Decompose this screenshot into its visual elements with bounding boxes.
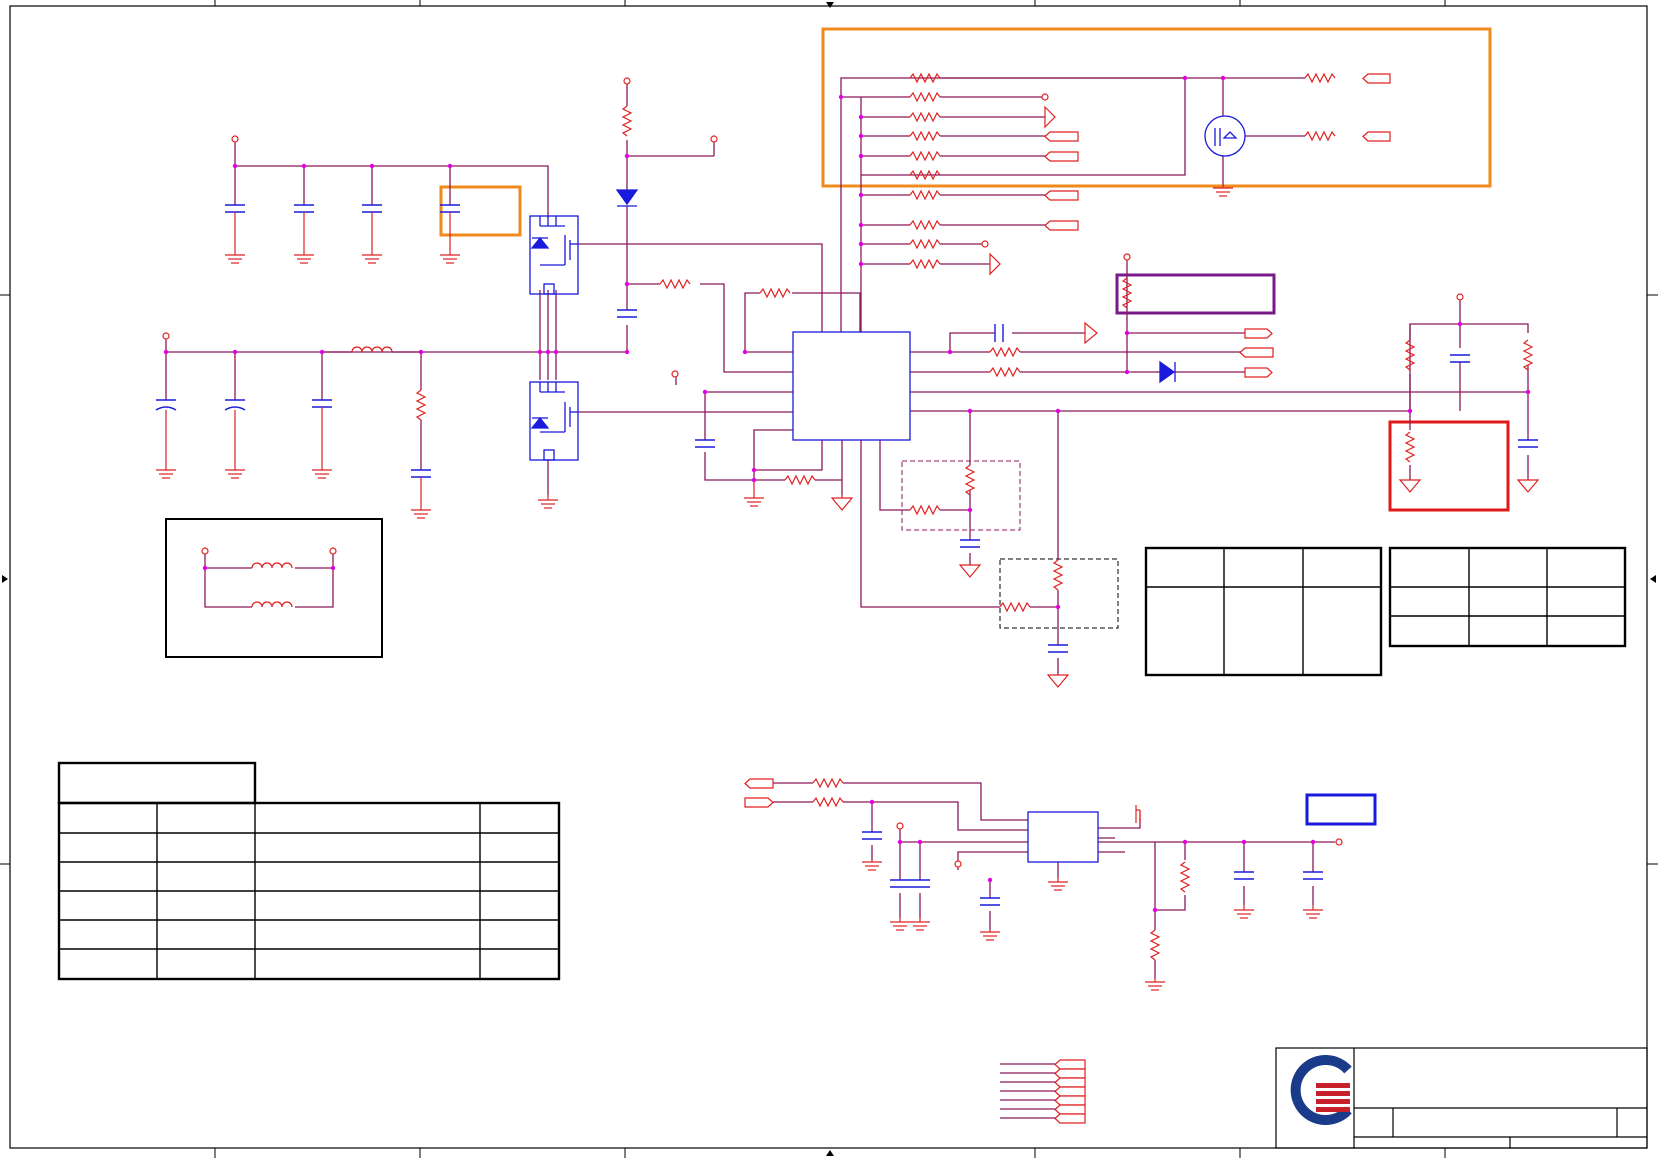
wires	[165, 77, 1530, 1119]
capacitor-icon	[155, 204, 1538, 906]
highlight-box-purple	[1115, 273, 1276, 315]
schematic-canvas	[0, 0, 1658, 1158]
offpage-connector-icon	[744, 73, 1391, 1124]
mosfet-icon	[529, 115, 1246, 461]
sheet-frame	[0, 0, 1658, 1158]
table-a	[1144, 546, 1383, 677]
highlight-box-orange-small	[439, 185, 522, 237]
power-pin-icon	[162, 77, 1464, 868]
inductor-icon	[251, 346, 421, 608]
diode-icon	[615, 189, 1176, 384]
company-logo-icon	[1290, 1055, 1352, 1125]
highlight-box-orange-large	[821, 27, 1492, 188]
signal-ground-icon	[830, 105, 1540, 688]
main-controller-ic	[792, 331, 911, 441]
dashed-box-1	[901, 460, 1021, 531]
highlight-box-blue	[1305, 793, 1377, 826]
dashed-box-2	[999, 558, 1119, 629]
ldo-regulator-ic	[1027, 811, 1099, 863]
revision-table	[57, 761, 561, 981]
junction-dots	[163, 75, 1531, 913]
resistor-icon	[415, 72, 1534, 961]
table-b	[1388, 546, 1627, 648]
inductor-option-box	[165, 518, 383, 658]
